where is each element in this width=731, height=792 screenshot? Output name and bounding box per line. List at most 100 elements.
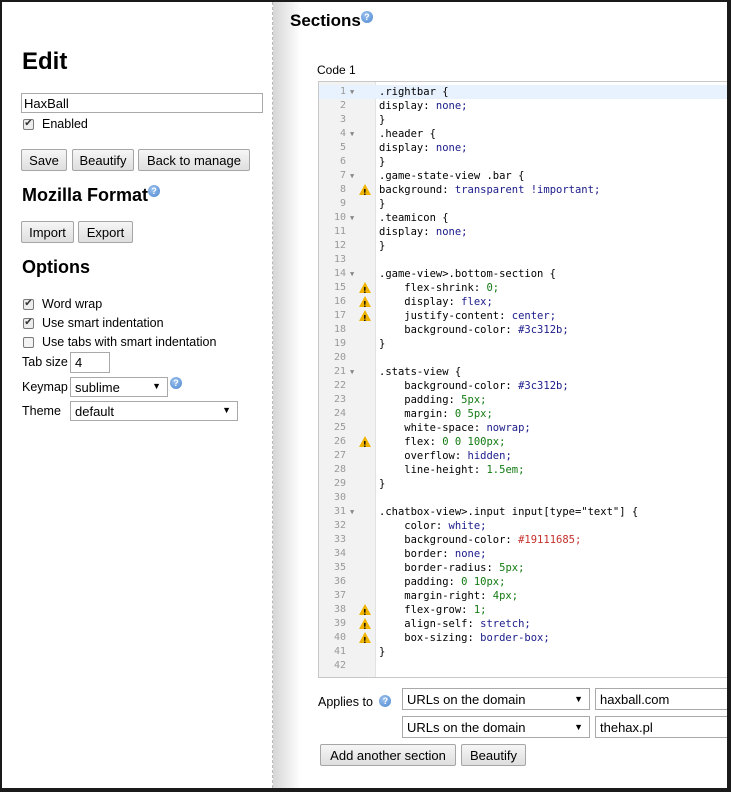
code-line[interactable]: 18 background-color: #3c312b; bbox=[319, 323, 727, 337]
fold-arrow-icon[interactable]: ▼ bbox=[350, 365, 354, 379]
code-line[interactable]: 5 display: none; bbox=[319, 141, 727, 155]
code-line[interactable]: 27 overflow: hidden; bbox=[319, 449, 727, 463]
fold-arrow-icon[interactable]: ▼ bbox=[350, 85, 354, 99]
chevron-down-icon: ▼ bbox=[574, 722, 583, 732]
code-text: display: none; bbox=[379, 100, 468, 112]
help-icon[interactable]: ? bbox=[360, 11, 373, 23]
code-line[interactable]: 2 display: none; bbox=[319, 99, 727, 113]
code-line[interactable]: 29} bbox=[319, 477, 727, 491]
code-text: flex: 0 0 100px; bbox=[379, 436, 506, 448]
applies-type-select-2[interactable]: URLs on the domain ▼ bbox=[402, 716, 590, 738]
smart-indent-row[interactable]: ✔ Use smart indentation bbox=[23, 316, 164, 330]
applies-type-select-1[interactable]: URLs on the domain ▼ bbox=[402, 688, 590, 710]
code-line[interactable]: 35 border-radius: 5px; bbox=[319, 561, 727, 575]
fold-arrow-icon[interactable]: ▼ bbox=[350, 267, 354, 281]
word-wrap-checkbox[interactable]: ✔ bbox=[23, 298, 34, 310]
code-line[interactable]: 1 ▼ .rightbar { bbox=[319, 85, 727, 99]
code-line[interactable]: 10 ▼ .teamicon { bbox=[319, 211, 727, 225]
code-line[interactable]: 31 ▼ .chatbox-view>.input input[type="text… bbox=[319, 505, 727, 519]
code-line[interactable]: 32 color: white; bbox=[319, 519, 727, 533]
code-line[interactable]: 22 background-color: #3c312b; bbox=[319, 379, 727, 393]
fold-arrow-icon[interactable]: ▼ bbox=[350, 169, 354, 183]
line-number: 36 bbox=[333, 576, 346, 587]
code-text: .game-view>.bottom-section { bbox=[379, 268, 557, 280]
help-icon[interactable]: ? bbox=[170, 377, 182, 389]
keymap-select[interactable]: sublime ▼ bbox=[70, 377, 168, 397]
keymap-value: sublime bbox=[75, 379, 120, 395]
code-line[interactable]: 16 display: flex; bbox=[319, 295, 727, 312]
code-line[interactable]: 11 display: none; bbox=[319, 225, 727, 239]
code-line[interactable]: 23 padding: 5px; bbox=[319, 393, 727, 407]
theme-select[interactable]: default ▼ bbox=[70, 401, 238, 421]
line-number: 38 bbox=[333, 604, 346, 615]
line-number: 20 bbox=[333, 352, 346, 363]
code-line[interactable]: 28 line-height: 1.5em; bbox=[319, 463, 727, 477]
code-line[interactable]: 37 margin-right: 4px; bbox=[319, 589, 727, 603]
import-button[interactable]: Import bbox=[21, 221, 74, 243]
smart-indent-checkbox[interactable]: ✔ bbox=[23, 317, 34, 329]
warning-icon bbox=[359, 436, 371, 452]
tab-size-input[interactable]: 4 bbox=[70, 352, 110, 373]
code-line[interactable]: 4 ▼ .header { bbox=[319, 127, 727, 141]
fold-arrow-icon[interactable]: ▼ bbox=[350, 211, 354, 225]
code-line[interactable]: 19} bbox=[319, 337, 727, 351]
code-line[interactable]: 8 background: transparent !important; bbox=[319, 183, 727, 200]
applies-value-input-2[interactable]: thehax.pl bbox=[595, 716, 727, 738]
enabled-row[interactable]: ✔ Enabled bbox=[23, 117, 88, 131]
line-number: 21 bbox=[333, 366, 346, 377]
code-line[interactable]: 21 ▼ .stats-view { bbox=[319, 365, 727, 379]
sections-heading: Sections? bbox=[290, 11, 373, 31]
code-line[interactable]: 17 justify-content: center; bbox=[319, 309, 727, 326]
applies-to-label: Applies to ? bbox=[318, 695, 392, 709]
help-icon[interactable]: ? bbox=[148, 185, 161, 197]
back-to-manage-button[interactable]: Back to manage bbox=[138, 149, 250, 171]
code-line[interactable]: 7 ▼ .game-state-view .bar { bbox=[319, 169, 727, 183]
tabs-smart-indent-checkbox[interactable] bbox=[23, 336, 34, 348]
page-title: Edit bbox=[22, 48, 68, 75]
code-text: .header { bbox=[379, 128, 436, 140]
code-line[interactable]: 13 bbox=[319, 253, 727, 267]
line-number: 37 bbox=[333, 590, 346, 601]
code-line[interactable]: 41} bbox=[319, 645, 727, 659]
fold-arrow-icon[interactable]: ▼ bbox=[350, 505, 354, 519]
code-line[interactable]: 20 bbox=[319, 351, 727, 365]
beautify-button[interactable]: Beautify bbox=[72, 149, 134, 171]
code-line[interactable]: 12} bbox=[319, 239, 727, 253]
code-line[interactable]: 39 align-self: stretch; bbox=[319, 617, 727, 634]
chevron-down-icon: ▼ bbox=[222, 405, 231, 415]
code-line[interactable]: 24 margin: 0 5px; bbox=[319, 407, 727, 421]
code-text: padding: 0 10px; bbox=[379, 576, 506, 588]
code-line[interactable]: 40 box-sizing: border-box; bbox=[319, 631, 727, 648]
line-number: 1 bbox=[339, 86, 346, 97]
enabled-checkbox[interactable]: ✔ bbox=[23, 118, 34, 130]
line-number: 32 bbox=[333, 520, 346, 531]
warning-icon bbox=[359, 604, 371, 620]
line-number: 17 bbox=[333, 310, 346, 321]
code-line[interactable]: 38 flex-grow: 1; bbox=[319, 603, 727, 620]
code-line[interactable]: 25 white-space: nowrap; bbox=[319, 421, 727, 435]
style-name-input[interactable] bbox=[21, 93, 263, 113]
code-line[interactable]: 15 flex-shrink: 0; bbox=[319, 281, 727, 298]
code-line[interactable]: 36 padding: 0 10px; bbox=[319, 575, 727, 589]
fold-arrow-icon[interactable]: ▼ bbox=[350, 127, 354, 141]
code-line[interactable]: 30 bbox=[319, 491, 727, 505]
code-line[interactable]: 34 border: none; bbox=[319, 547, 727, 561]
code-line[interactable]: 33 background-color: #19111685; bbox=[319, 533, 727, 547]
code-text: } bbox=[379, 198, 386, 210]
code-line[interactable]: 42 bbox=[319, 659, 727, 673]
code-line[interactable]: 3} bbox=[319, 113, 727, 127]
beautify-section-button[interactable]: Beautify bbox=[461, 744, 526, 766]
export-button[interactable]: Export bbox=[78, 221, 133, 243]
help-icon[interactable]: ? bbox=[379, 695, 392, 707]
tabs-smart-indent-row[interactable]: Use tabs with smart indentation bbox=[23, 335, 216, 349]
line-number: 3 bbox=[339, 114, 346, 125]
code-line[interactable]: 9} bbox=[319, 197, 727, 211]
add-another-section-button[interactable]: Add another section bbox=[320, 744, 456, 766]
applies-value-input-1[interactable]: haxball.com bbox=[595, 688, 727, 710]
code-line[interactable]: 6} bbox=[319, 155, 727, 169]
code-line[interactable]: 14 ▼ .game-view>.bottom-section { bbox=[319, 267, 727, 281]
code-editor[interactable]: 1 ▼ .rightbar {2 display: none; 3} 4 ▼ .header … bbox=[318, 81, 727, 678]
word-wrap-row[interactable]: ✔ Word wrap bbox=[23, 297, 102, 311]
save-button[interactable]: Save bbox=[21, 149, 67, 171]
code-line[interactable]: 26 flex: 0 0 100px; bbox=[319, 435, 727, 452]
